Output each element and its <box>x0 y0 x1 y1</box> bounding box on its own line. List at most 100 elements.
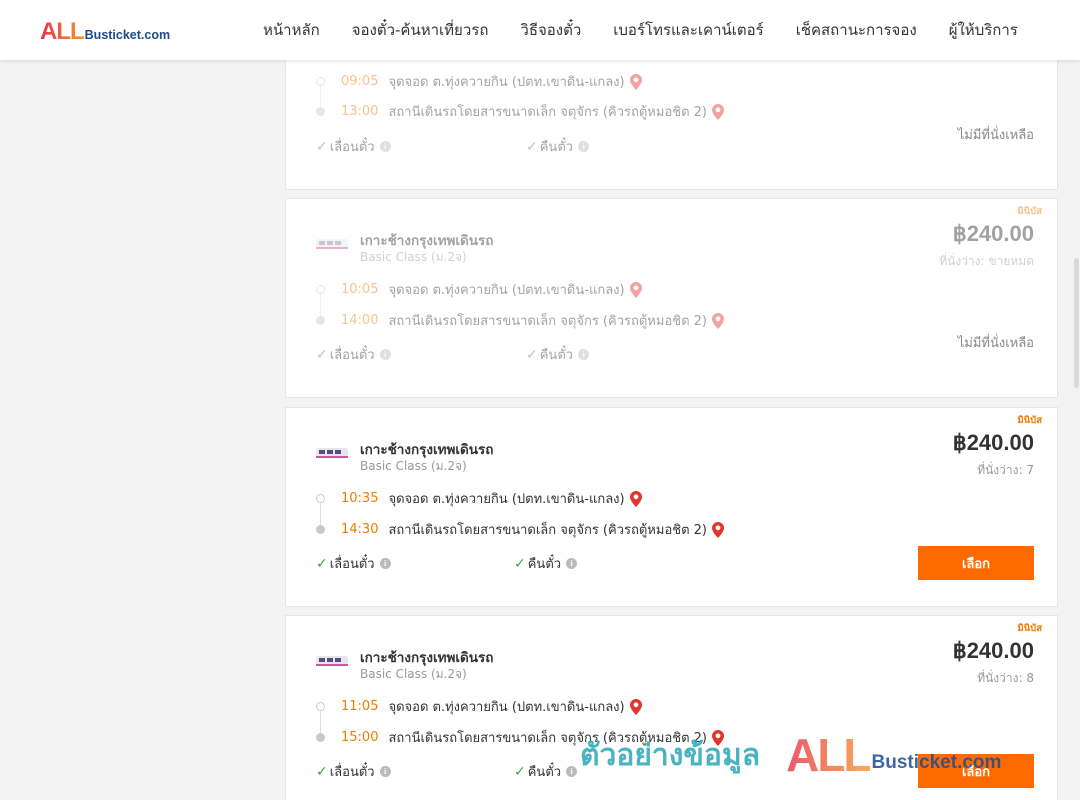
ticket-price: ฿240.00 <box>952 430 1034 455</box>
option-label: เลื่อนตั๋ว <box>329 765 375 780</box>
vehicle-type-badge: มินิบัส <box>1017 206 1042 217</box>
check-icon: ✓ <box>316 763 328 780</box>
seats-available: ที่นั่งว่าง: 7 <box>977 463 1034 477</box>
arrival-dot <box>316 525 325 534</box>
trip-card: 09:05 จุดจอด ต.ทุ่งควายกิน (ปตท.เขาดิน-แ… <box>285 40 1058 190</box>
option-refund-ticket: ✓ คืนตั๋ว i <box>514 553 578 574</box>
option-label: คืนตั๋ว <box>527 765 562 780</box>
departure-place: จุดจอด ต.ทุ่งควายกิน (ปตท.เขาดิน-แกลง) <box>388 492 625 507</box>
info-icon[interactable]: i <box>379 141 391 152</box>
nav-book-search[interactable]: จองตั๋ว-ค้นหาเที่ยวรถ <box>336 18 505 42</box>
option-change-ticket: ✓ เลื่อนตั๋ว i <box>316 344 391 365</box>
trip-card: มินิบัส เกาะช้างกรุงเทพเดินรถ Basic Clas… <box>285 407 1058 607</box>
option-refund-ticket: ✓ คืนตั๋ว i <box>526 344 590 365</box>
bus-class: Basic Class (ม.2จ) <box>360 667 467 681</box>
departure-time: 10:35 <box>341 491 379 506</box>
departure-time: 09:05 <box>341 74 379 89</box>
map-pin-icon[interactable] <box>629 698 642 715</box>
option-label: คืนตั๋ว <box>539 140 574 155</box>
select-trip-button[interactable]: เลือก <box>918 546 1034 580</box>
departure-dot <box>316 285 325 294</box>
info-icon[interactable]: i <box>566 558 578 569</box>
check-icon: ✓ <box>316 555 328 572</box>
map-pin-icon[interactable] <box>712 521 724 538</box>
nav-how-to-book[interactable]: วิธีจองตั๋ว <box>504 18 597 42</box>
map-pin-icon[interactable] <box>629 490 642 507</box>
trip-card: มินิบัส เกาะช้างกรุงเทพเดินรถ Basic Clas… <box>285 615 1058 800</box>
info-icon[interactable]: i <box>379 349 391 360</box>
select-trip-button[interactable]: เลือก <box>918 754 1034 788</box>
check-icon: ✓ <box>514 763 526 780</box>
info-icon[interactable]: i <box>379 558 391 569</box>
departure-place: จุดจอด ต.ทุ่งควายกิน (ปตท.เขาดิน-แกลง) <box>388 283 625 298</box>
departure-stop: 11:05 จุดจอด ต.ทุ่งควายกิน (ปตท.เขาดิน-แ… <box>316 696 642 717</box>
operator-logo-icon <box>316 448 348 458</box>
sold-out-status: ไม่มีที่นั่งเหลือ <box>957 336 1034 351</box>
ticket-price: ฿240.00 <box>952 221 1034 246</box>
arrival-stop: 15:00 สถานีเดินรถโดยสารขนาดเล็ก จตุจักร … <box>316 727 724 748</box>
option-change-ticket: ✓ เลื่อนตั๋ว i <box>316 136 391 157</box>
option-label: คืนตั๋ว <box>539 348 574 363</box>
departure-time: 11:05 <box>341 699 379 714</box>
check-icon: ✓ <box>526 138 538 155</box>
ticket-price: ฿240.00 <box>952 638 1034 663</box>
departure-stop: 10:05 จุดจอด ต.ทุ่งควายกิน (ปตท.เขาดิน-แ… <box>316 279 642 300</box>
option-label: คืนตั๋ว <box>527 557 562 572</box>
map-pin-icon[interactable] <box>712 312 724 329</box>
logo-all-text: ALL <box>40 18 85 45</box>
map-pin-icon[interactable] <box>712 103 724 120</box>
sold-out-status: ไม่มีที่นั่งเหลือ <box>957 128 1034 143</box>
info-icon[interactable]: i <box>566 766 578 777</box>
info-icon[interactable]: i <box>578 349 590 360</box>
operator-logo-icon <box>316 656 348 666</box>
check-icon: ✓ <box>316 138 328 155</box>
check-icon: ✓ <box>316 346 328 363</box>
nav-check-booking[interactable]: เช็คสถานะการจอง <box>780 18 933 42</box>
departure-place: จุดจอด ต.ทุ่งควายกิน (ปตท.เขาดิน-แกลง) <box>388 700 625 715</box>
info-icon[interactable]: i <box>379 766 391 777</box>
main-nav: หน้าหลัก จองตั๋ว-ค้นหาเที่ยวรถ วิธีจองตั… <box>247 0 1034 60</box>
nav-operators[interactable]: ผู้ให้บริการ <box>933 18 1034 42</box>
option-label: เลื่อนตั๋ว <box>329 140 375 155</box>
operator-logo-icon <box>316 239 348 249</box>
arrival-place: สถานีเดินรถโดยสารขนาดเล็ก จตุจักร (คิวรถ… <box>388 105 707 120</box>
bus-class: Basic Class (ม.2จ) <box>360 250 467 264</box>
arrival-place: สถานีเดินรถโดยสารขนาดเล็ก จตุจักร (คิวรถ… <box>388 731 707 746</box>
option-refund-ticket: ✓ คืนตั๋ว i <box>526 136 590 157</box>
option-change-ticket: ✓ เลื่อนตั๋ว i <box>316 761 391 782</box>
arrival-dot <box>316 733 325 742</box>
arrival-place: สถานีเดินรถโดยสารขนาดเล็ก จตุจักร (คิวรถ… <box>388 314 707 329</box>
departure-dot <box>316 77 325 86</box>
arrival-dot <box>316 107 325 116</box>
arrival-time: 14:30 <box>341 522 379 537</box>
option-refund-ticket: ✓ คืนตั๋ว i <box>514 761 578 782</box>
logo-busticket-text: Busticket.com <box>84 28 171 42</box>
departure-stop: 10:35 จุดจอด ต.ทุ่งควายกิน (ปตท.เขาดิน-แ… <box>316 488 642 509</box>
option-label: เลื่อนตั๋ว <box>329 348 375 363</box>
seats-available: ที่นั่งว่าง: 8 <box>977 671 1034 685</box>
option-label: เลื่อนตั๋ว <box>329 557 375 572</box>
option-change-ticket: ✓ เลื่อนตั๋ว i <box>316 553 391 574</box>
scrollbar-thumb[interactable] <box>1074 258 1079 388</box>
departure-dot <box>316 494 325 503</box>
map-pin-icon[interactable] <box>629 73 642 90</box>
trip-card: มินิบัส เกาะช้างกรุงเทพเดินรถ Basic Clas… <box>285 198 1058 398</box>
map-pin-icon[interactable] <box>712 729 724 746</box>
info-icon[interactable]: i <box>578 141 590 152</box>
vehicle-type-badge: มินิบัส <box>1017 415 1042 426</box>
arrival-time: 13:00 <box>341 104 379 119</box>
nav-home[interactable]: หน้าหลัก <box>247 18 336 42</box>
arrival-dot <box>316 316 325 325</box>
page-scrollbar[interactable] <box>1072 60 1080 800</box>
nav-contact-counters[interactable]: เบอร์โทรและเคาน์เตอร์ <box>597 18 779 42</box>
arrival-time: 15:00 <box>341 730 379 745</box>
site-logo[interactable]: ALL Busticket.com <box>40 18 170 46</box>
top-header: ALL Busticket.com หน้าหลัก จองตั๋ว-ค้นหา… <box>0 0 1080 60</box>
arrival-stop: 14:00 สถานีเดินรถโดยสารขนาดเล็ก จตุจักร … <box>316 310 724 331</box>
vehicle-type-badge: มินิบัส <box>1017 623 1042 634</box>
arrival-time: 14:00 <box>341 313 379 328</box>
arrival-stop: 13:00 สถานีเดินรถโดยสารขนาดเล็ก จตุจักร … <box>316 101 724 122</box>
departure-dot <box>316 702 325 711</box>
bus-class: Basic Class (ม.2จ) <box>360 459 467 473</box>
map-pin-icon[interactable] <box>629 281 642 298</box>
